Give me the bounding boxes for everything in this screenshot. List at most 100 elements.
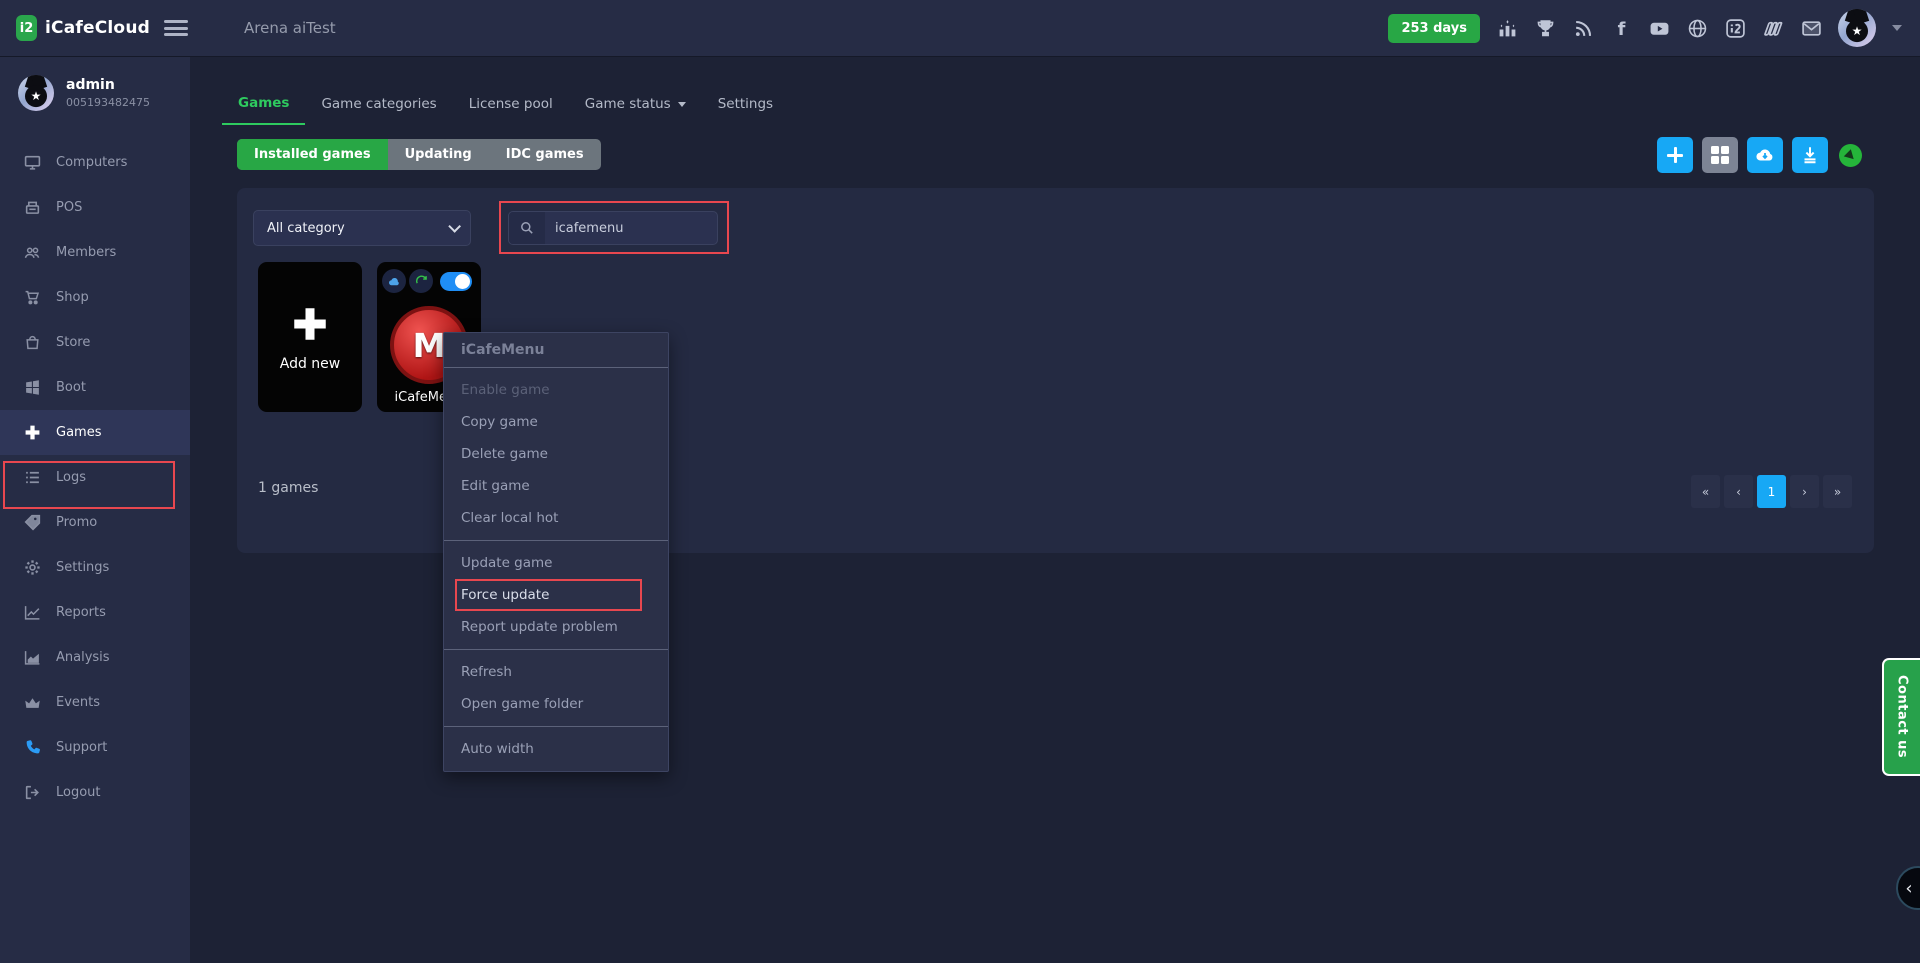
- trophy-icon[interactable]: [1534, 17, 1556, 39]
- context-menu-title: iCafeMenu: [444, 333, 668, 368]
- svg-text:f: f: [1617, 18, 1625, 38]
- grid-view-button[interactable]: [1702, 137, 1738, 173]
- sidebar-item-logs[interactable]: Logs: [0, 455, 190, 500]
- add-new-game-tile[interactable]: Add new: [258, 262, 362, 412]
- sidebar-item-logout[interactable]: Logout: [0, 770, 190, 815]
- icafecloud-icon[interactable]: [1724, 17, 1746, 39]
- logout-icon: [24, 784, 41, 801]
- sidebar-item-events[interactable]: Events: [0, 680, 190, 725]
- sidebar-item-analysis[interactable]: Analysis: [0, 635, 190, 680]
- category-select[interactable]: All category: [253, 210, 471, 246]
- contact-us-label: Contact us: [1895, 675, 1910, 758]
- sidebar: ★ admin 005193482475 Computers POS Membe…: [0, 57, 190, 963]
- mail-icon[interactable]: [1800, 17, 1822, 39]
- sidebar-item-support[interactable]: Support: [0, 725, 190, 770]
- pagination-first-button[interactable]: «: [1691, 475, 1720, 508]
- tab-game-categories[interactable]: Game categories: [305, 95, 452, 125]
- sync-icon[interactable]: [409, 269, 433, 293]
- collapse-panel-button[interactable]: ‹: [1896, 866, 1920, 910]
- dpad-plus-icon: [292, 306, 328, 342]
- rss-icon[interactable]: [1572, 17, 1594, 39]
- add-game-button[interactable]: [1657, 137, 1693, 173]
- sidebar-item-shop[interactable]: Shop: [0, 275, 190, 320]
- green-arrow-status-icon[interactable]: [1839, 144, 1862, 167]
- chevron-left-icon: ‹: [1905, 878, 1912, 899]
- grid-icon: [1711, 146, 1729, 164]
- sidebar-item-games[interactable]: Games: [0, 410, 190, 455]
- page-title: Arena aiTest: [244, 19, 336, 37]
- chevron-down-icon[interactable]: [1892, 25, 1902, 31]
- cloud-download-button[interactable]: [1747, 137, 1783, 173]
- menu-divider: [444, 726, 668, 727]
- user-id: 005193482475: [66, 96, 150, 109]
- sidebar-nav: Computers POS Members Shop Store Boot: [0, 140, 190, 815]
- menu-item-enable-game: Enable game: [444, 374, 668, 406]
- menu-divider: [444, 649, 668, 650]
- sidebar-avatar: ★: [18, 75, 54, 111]
- pagination-last-button[interactable]: »: [1823, 475, 1852, 508]
- tab-license-pool[interactable]: License pool: [453, 95, 569, 125]
- ranking-icon[interactable]: [1496, 17, 1518, 39]
- subtab-updating[interactable]: Updating: [388, 139, 489, 170]
- category-select-value: All category: [267, 221, 345, 236]
- sidebar-item-boot[interactable]: Boot: [0, 365, 190, 410]
- games-toolbar: [1657, 137, 1828, 173]
- pagination-page-1-button[interactable]: 1: [1757, 475, 1786, 508]
- medal-icon: ★: [25, 85, 47, 107]
- pagination-next-button[interactable]: ›: [1790, 475, 1819, 508]
- medal-icon: ★: [1846, 20, 1868, 42]
- menu-item-auto-width[interactable]: Auto width: [444, 733, 668, 765]
- facebook-icon[interactable]: f: [1610, 17, 1632, 39]
- sidebar-user-block[interactable]: ★ admin 005193482475: [0, 57, 190, 125]
- tab-settings[interactable]: Settings: [702, 95, 789, 125]
- layers-icon[interactable]: [1762, 17, 1784, 39]
- menu-item-report-update-problem[interactable]: Report update problem: [444, 611, 668, 643]
- menu-item-open-game-folder[interactable]: Open game folder: [444, 688, 668, 720]
- bag-icon: [24, 334, 41, 351]
- download-icon: [1799, 144, 1821, 166]
- user-avatar[interactable]: ★: [1838, 9, 1876, 47]
- top-header: i2 iCafeCloud Arena aiTest 253 days: [0, 0, 1920, 57]
- game-filter-subtabs: Installed games Updating IDC games: [237, 139, 601, 170]
- youtube-icon[interactable]: [1648, 17, 1670, 39]
- menu-item-delete-game[interactable]: Delete game: [444, 438, 668, 470]
- game-enabled-toggle[interactable]: [440, 272, 472, 291]
- menu-item-update-game[interactable]: Update game: [444, 547, 668, 579]
- cloud-icon[interactable]: [382, 269, 406, 293]
- license-days-badge[interactable]: 253 days: [1388, 14, 1480, 43]
- pos-terminal-icon: [24, 199, 41, 216]
- tab-game-status[interactable]: Game status: [569, 95, 702, 125]
- globe-icon[interactable]: [1686, 17, 1708, 39]
- games-count: 1 games: [258, 480, 318, 496]
- chevron-down-icon: [448, 220, 461, 233]
- cloud-download-icon: [1754, 144, 1776, 166]
- sidebar-item-settings[interactable]: Settings: [0, 545, 190, 590]
- sidebar-item-reports[interactable]: Reports: [0, 590, 190, 635]
- contact-us-button[interactable]: Contact us: [1882, 658, 1920, 776]
- menu-item-copy-game[interactable]: Copy game: [444, 406, 668, 438]
- menu-item-force-update[interactable]: Force update: [444, 579, 668, 611]
- sidebar-item-store[interactable]: Store: [0, 320, 190, 365]
- subtab-idc-games[interactable]: IDC games: [489, 139, 601, 170]
- subtab-installed-games[interactable]: Installed games: [237, 139, 388, 170]
- gamepad-icon: [24, 424, 41, 441]
- windows-icon: [24, 379, 41, 396]
- sidebar-item-computers[interactable]: Computers: [0, 140, 190, 185]
- pagination-prev-button[interactable]: ‹: [1724, 475, 1753, 508]
- menu-item-edit-game[interactable]: Edit game: [444, 470, 668, 502]
- menu-item-refresh[interactable]: Refresh: [444, 656, 668, 688]
- game-searchbox: [508, 211, 718, 245]
- tab-games[interactable]: Games: [222, 95, 305, 125]
- sidebar-item-promo[interactable]: Promo: [0, 500, 190, 545]
- menu-item-clear-local-hot[interactable]: Clear local hot: [444, 502, 668, 534]
- download-button[interactable]: [1792, 137, 1828, 173]
- add-new-label: Add new: [280, 356, 341, 372]
- brand-logo[interactable]: i2 iCafeCloud: [0, 15, 150, 41]
- pagination: « ‹ 1 › »: [1691, 475, 1852, 508]
- sidebar-item-members[interactable]: Members: [0, 230, 190, 275]
- search-input[interactable]: [545, 212, 718, 244]
- hamburger-menu-icon[interactable]: [164, 20, 188, 36]
- phone-icon: [24, 739, 41, 756]
- sidebar-item-pos[interactable]: POS: [0, 185, 190, 230]
- users-icon: [24, 244, 41, 261]
